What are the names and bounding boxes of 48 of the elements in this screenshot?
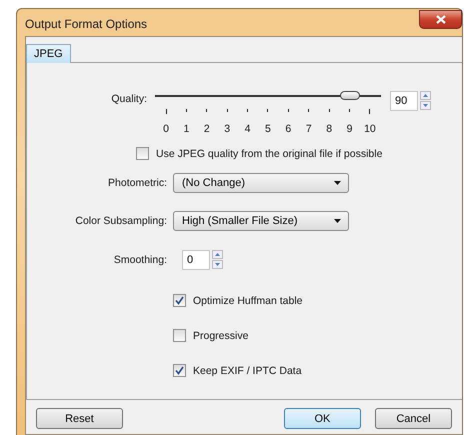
dialog-button[interactable]: Cancel xyxy=(374,408,452,429)
checkbox[interactable] xyxy=(173,329,186,342)
checkbox[interactable] xyxy=(136,147,149,160)
tick-label: 6 xyxy=(285,123,292,135)
field-label: Photometric: xyxy=(107,177,167,189)
up-arrow-icon xyxy=(423,94,428,97)
quality-label: Quality: xyxy=(110,93,147,105)
smoothing-input[interactable]: 0 xyxy=(182,250,210,270)
spin-up-button[interactable] xyxy=(420,91,431,100)
field-label: Color Subsampling: xyxy=(74,215,167,227)
checkmark-icon xyxy=(175,296,184,305)
tick-label: 7 xyxy=(306,123,312,135)
checkbox-label: Progressive xyxy=(193,330,248,342)
close-icon xyxy=(436,15,446,24)
tick-label: 0 xyxy=(163,123,169,135)
checkbox-label: Optimize Huffman table xyxy=(193,294,303,306)
spin-down-button[interactable] xyxy=(212,260,223,269)
checkbox-label: Keep EXIF / IPTC Data xyxy=(193,364,302,376)
down-arrow-icon xyxy=(423,104,428,107)
dropdown[interactable]: (No Change) xyxy=(173,173,349,193)
tick-label: 9 xyxy=(346,123,352,135)
checkbox[interactable] xyxy=(173,364,186,377)
tick-label: 3 xyxy=(224,123,230,135)
dropdown-arrow-icon xyxy=(334,219,341,223)
window-title: Output Format Options xyxy=(25,16,148,31)
dialog-button[interactable]: Reset xyxy=(36,408,123,429)
dropdown[interactable]: High (Smaller File Size) xyxy=(173,211,349,231)
tick-label: 5 xyxy=(265,123,271,135)
dropdown-arrow-icon xyxy=(334,181,341,185)
checkbox[interactable] xyxy=(173,294,186,307)
tick-label: 2 xyxy=(204,123,210,135)
checkmark-icon xyxy=(175,366,184,375)
tick-label: 10 xyxy=(364,123,376,135)
tick-label: 8 xyxy=(326,123,332,135)
up-arrow-icon xyxy=(215,253,220,256)
quality-input[interactable]: 90 xyxy=(390,91,418,111)
checkbox-label: Use JPEG quality from the original file if possible xyxy=(156,148,382,160)
spin-down-button[interactable] xyxy=(420,101,431,110)
tick-label: 4 xyxy=(244,123,250,135)
slider-track[interactable] xyxy=(155,91,381,101)
tick-label: 1 xyxy=(183,123,190,135)
down-arrow-icon xyxy=(215,263,220,266)
tab[interactable]: JPEG xyxy=(26,44,71,63)
close-button[interactable] xyxy=(419,10,462,29)
spin-up-button[interactable] xyxy=(212,250,223,259)
field-label: Smoothing: xyxy=(112,254,167,266)
slider-thumb[interactable] xyxy=(340,91,360,100)
dialog-button[interactable]: OK xyxy=(284,408,361,429)
